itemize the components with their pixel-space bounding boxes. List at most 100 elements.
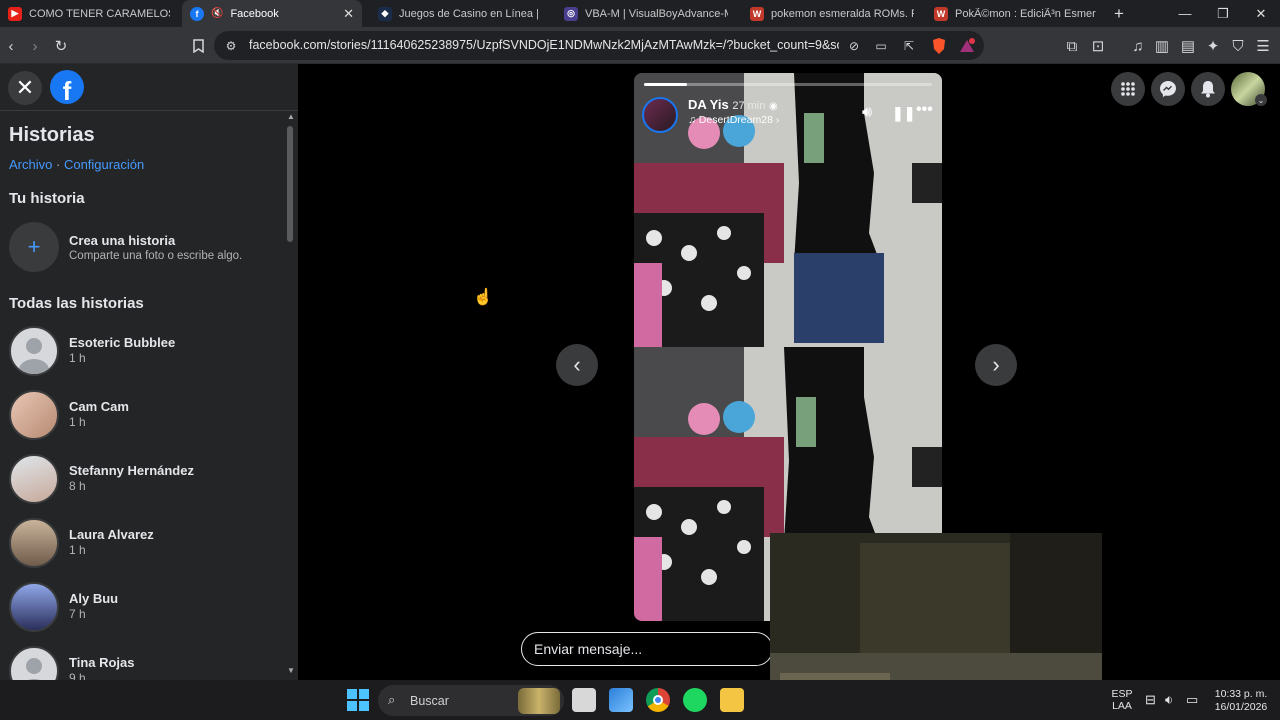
media-off-icon[interactable]: ⊘ (843, 35, 865, 57)
bookmark-icon[interactable] (187, 35, 209, 57)
windows-start-icon[interactable] (347, 689, 369, 711)
story-time: 27 min (732, 100, 766, 112)
file-explorer-icon[interactable] (720, 688, 744, 712)
volume-icon[interactable]: 🔊︎ (862, 104, 872, 122)
close-window-button[interactable]: ✕ (1242, 0, 1280, 27)
network-icon[interactable]: ⊟ (1145, 692, 1156, 708)
cast-icon[interactable]: ▭ (870, 35, 892, 57)
tab-title: COMO TENER CARAMELOS RAR (29, 7, 170, 20)
facebook-logo[interactable]: f (50, 70, 84, 104)
task-view-icon[interactable] (572, 688, 596, 712)
author-avatar[interactable] (642, 97, 678, 133)
scroll-up-icon[interactable]: ▲ (287, 112, 295, 121)
web-icon: W (934, 6, 948, 21)
close-stories-button[interactable]: ✕ (8, 71, 42, 105)
scroll-down-icon[interactable]: ▼ (287, 666, 295, 675)
brave-rewards-icon[interactable] (956, 35, 978, 57)
avatar (9, 326, 59, 376)
taskbar-search[interactable]: ⌕ Buscar (378, 685, 564, 716)
forward-icon[interactable]: › (24, 35, 46, 57)
brave-shields-icon[interactable] (928, 35, 950, 57)
settings-link[interactable]: Configuración (64, 157, 144, 172)
avatar (9, 390, 59, 440)
globe-icon: ◉ (768, 101, 778, 112)
story-item[interactable]: Esoteric Bubblee 1 h (9, 326, 279, 378)
site-settings-icon[interactable]: ⚙ (220, 35, 242, 57)
chevron-right-icon: › (775, 114, 780, 126)
music-icon[interactable]: ♫ (1127, 35, 1149, 57)
battery-icon[interactable]: ▭ (1186, 692, 1198, 708)
story-item[interactable]: Tina Rojas 9 h (9, 646, 279, 680)
story-progress-track (644, 83, 932, 86)
close-tab-icon[interactable]: ✕ (343, 6, 354, 22)
story-header: DA Yis 27 min ◉ (688, 97, 778, 112)
facebook-icon: f (190, 6, 204, 21)
notifications-button[interactable] (1191, 72, 1225, 106)
sidebar-scrollbar[interactable]: ▲ ▼ (286, 112, 295, 678)
story-name: Tina Rojas (69, 655, 135, 670)
plus-icon: + (9, 222, 59, 272)
story-item[interactable]: Laura Alvarez 1 h (9, 518, 279, 570)
tab-casino[interactable]: ◆ Juegos de Casino en Línea | Casi (370, 0, 550, 27)
tab-pokemon-roms[interactable]: W pokemon esmeralda ROMs. Free (742, 0, 922, 27)
story-time: 7 h (69, 607, 86, 621)
story-item[interactable]: Stefanny Hernández 8 h (9, 454, 279, 506)
story-time: 8 h (69, 479, 86, 493)
search-highlight-image (518, 688, 560, 714)
tab-title: PokÃ©mon : EdiciÃ³n Esmeralda (955, 7, 1096, 20)
back-icon[interactable]: ‹ (0, 35, 22, 57)
story-item[interactable]: Cam Cam 1 h (9, 390, 279, 442)
spotify-icon[interactable] (683, 688, 707, 712)
screenshot-icon[interactable]: ⊡ (1087, 35, 1109, 57)
tab-title: VBA-M | VisualBoyAdvance-M 2 (585, 7, 728, 20)
leo-ai-icon[interactable]: ✦ (1202, 35, 1224, 57)
youtube-icon: ▶ (8, 6, 22, 21)
chrome-icon[interactable] (646, 688, 670, 712)
sidebar-toggle-icon[interactable]: ▥ (1151, 35, 1173, 57)
casino-icon: ◆ (378, 6, 392, 21)
restore-button[interactable]: ❐ (1204, 0, 1242, 27)
url-text[interactable]: facebook.com/stories/111640625238975/Uzp… (249, 38, 839, 52)
reply-message-input[interactable]: Enviar mensaje... (521, 632, 773, 666)
vba-icon: ◎ (564, 6, 578, 21)
tab-title: Juegos de Casino en Línea | Casi (399, 7, 542, 20)
menu-grid-button[interactable] (1111, 72, 1145, 106)
vpn-icon[interactable]: ⛉ (1227, 35, 1249, 57)
archive-link[interactable]: Archivo (9, 157, 52, 172)
story-music[interactable]: ♫ DesertDream28 › (688, 114, 779, 126)
tab-vba[interactable]: ◎ VBA-M | VisualBoyAdvance-M 2 (556, 0, 736, 27)
menu-icon[interactable]: ☰ (1252, 35, 1274, 57)
tab-pokemon-esmeralda[interactable]: W PokÃ©mon : EdiciÃ³n Esmeralda (926, 0, 1104, 27)
messenger-button[interactable] (1151, 72, 1185, 106)
avatar (9, 454, 59, 504)
next-story-button[interactable]: › (975, 344, 1017, 386)
address-bar[interactable]: ⚙ facebook.com/stories/111640625238975/U… (214, 31, 984, 60)
microsoft-store-icon[interactable] (609, 688, 633, 712)
new-tab-button[interactable]: + (1100, 0, 1138, 27)
tab-facebook[interactable]: f 🔇 Facebook ✕ (182, 0, 362, 27)
story-time: 9 h (69, 671, 86, 680)
minimize-button[interactable]: — (1166, 0, 1204, 27)
previous-story-button[interactable]: ‹ (556, 344, 598, 386)
search-label: Buscar (410, 694, 449, 708)
extensions-icon[interactable]: ⧉ (1061, 35, 1083, 57)
story-progress-fill (644, 83, 688, 86)
share-icon[interactable]: ⇱ (898, 35, 920, 57)
link-separator: · (55, 157, 61, 172)
create-story-title: Crea una historia (69, 233, 176, 248)
wallet-icon[interactable]: ▤ (1177, 35, 1199, 57)
tab-youtube[interactable]: ▶ COMO TENER CARAMELOS RAR (0, 0, 178, 27)
story-author[interactable]: DA Yis (688, 97, 729, 112)
scrollbar-thumb[interactable] (287, 126, 293, 242)
story-name: Laura Alvarez (69, 527, 154, 542)
language-indicator[interactable]: ESP LAA (1108, 688, 1136, 712)
story-item[interactable]: Aly Buu 7 h (9, 582, 279, 634)
browser-tab-strip: ▶ COMO TENER CARAMELOS RAR f 🔇 Facebook … (0, 0, 1280, 27)
pause-icon[interactable]: ❚❚ (892, 105, 915, 122)
clock[interactable]: 10:33 p. m. 16/01/2026 (1208, 688, 1274, 714)
more-options-icon[interactable]: ••• (916, 101, 933, 119)
create-story-button[interactable]: + Crea una historia Comparte una foto o … (9, 222, 279, 274)
volume-tray-icon[interactable]: 🔉︎ (1165, 692, 1173, 708)
reload-icon[interactable]: ↻ (50, 35, 72, 57)
grid-icon (1121, 82, 1135, 96)
